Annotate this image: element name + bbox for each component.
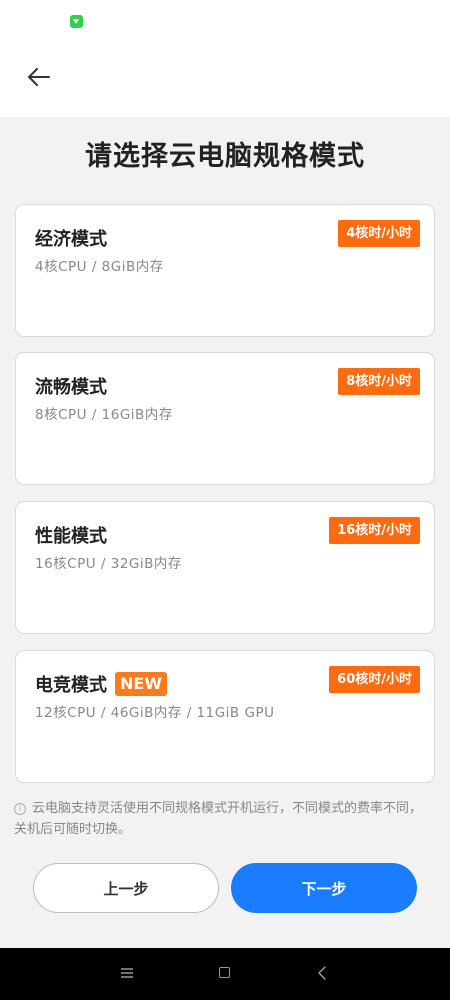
new-badge: NEW: [115, 672, 167, 696]
info-icon: i: [14, 803, 26, 815]
page-title: 请选择云电脑规格模式: [85, 141, 365, 172]
download-icon: [70, 15, 83, 28]
menu-icon[interactable]: [121, 968, 133, 978]
plan-card-performance[interactable]: 性能模式 16核CPU / 32GiB内存 16核时/小时: [15, 501, 435, 634]
plan-spec: 12核CPU / 46GiB内存 / 11GiB GPU: [35, 705, 275, 721]
plan-name: 经济模式: [35, 229, 107, 250]
price-badge: 4核时/小时: [338, 220, 420, 247]
next-step-button[interactable]: 下一步: [231, 863, 417, 913]
back-triangle-icon[interactable]: [316, 966, 328, 980]
system-nav-bar: [0, 948, 450, 1000]
home-icon[interactable]: [219, 967, 230, 978]
plan-spec: 8核CPU / 16GiB内存: [35, 407, 173, 423]
arrow-left-icon[interactable]: [20, 58, 58, 96]
plan-card-economy[interactable]: 经济模式 4核CPU / 8GiB内存 4核时/小时: [15, 204, 435, 337]
plan-card-esports[interactable]: 电竞模式 NEW 12核CPU / 46GiB内存 / 11GiB GPU 60…: [15, 650, 435, 783]
plan-spec: 16核CPU / 32GiB内存: [35, 556, 182, 572]
plan-name: 性能模式: [35, 526, 107, 547]
plan-name: 流畅模式: [35, 377, 107, 398]
price-badge: 8核时/小时: [338, 368, 420, 395]
info-note-text: 云电脑支持灵活使用不同规格模式开机运行，不同模式的费率不同，关机后可随时切换。: [14, 801, 423, 837]
plan-spec: 4核CPU / 8GiB内存: [35, 259, 164, 275]
prev-step-button[interactable]: 上一步: [33, 863, 219, 913]
plan-card-smooth[interactable]: 流畅模式 8核CPU / 16GiB内存 8核时/小时: [15, 352, 435, 485]
price-badge: 60核时/小时: [329, 666, 420, 693]
info-note: i 云电脑支持灵活使用不同规格模式开机运行，不同模式的费率不同，关机后可随时切换。: [14, 798, 434, 840]
plan-name: 电竞模式: [35, 675, 107, 696]
price-badge: 16核时/小时: [329, 517, 420, 544]
top-header: [0, 0, 450, 117]
